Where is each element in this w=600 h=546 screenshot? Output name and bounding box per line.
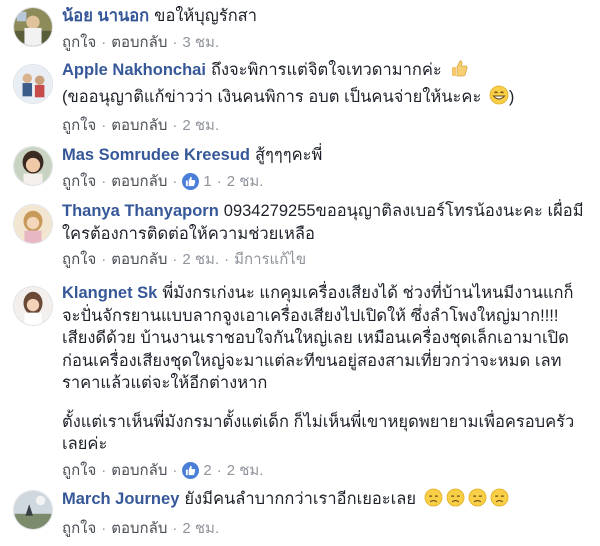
- separator: ·: [172, 519, 178, 537]
- separator: ·: [101, 33, 107, 51]
- comment-message-line2: (ขออนุญาติแก้ข่าวว่า เงินคนพิการ อบต เป็…: [62, 87, 482, 106]
- avatar[interactable]: [13, 64, 53, 104]
- comment-author[interactable]: March Journey: [62, 490, 179, 508]
- reply-link[interactable]: ตอบกลับ: [111, 249, 167, 271]
- avatar[interactable]: [13, 286, 53, 326]
- separator: ·: [224, 251, 230, 268]
- comment-text-block: March Journey ยังมีคนลำบากกว่าเราอีกเยอะเ…: [62, 488, 588, 514]
- separator: ·: [101, 172, 107, 190]
- thumbs-up-emoji: [449, 58, 469, 85]
- comment-author[interactable]: Mas Somrudee Kreesud: [62, 146, 250, 164]
- like-count[interactable]: 1: [203, 171, 211, 193]
- separator: ·: [172, 251, 178, 268]
- sad-emoji: [424, 488, 443, 514]
- like-link[interactable]: ถูกใจ: [62, 171, 96, 193]
- reply-link[interactable]: ตอบกลับ: [111, 171, 167, 193]
- separator: ·: [101, 251, 107, 268]
- comment-message-close: ): [508, 87, 515, 106]
- comment-text-block: Klangnet Sk พี่มังกรเก่งนะ แกคุมเครื่องเส…: [62, 282, 588, 395]
- comment-feed: น้อย นานอก ขอให้บุญรักสา ถูกใจ · ตอบกลับ …: [0, 0, 600, 546]
- avatar[interactable]: [13, 204, 53, 244]
- comment-message: ถึงจะพิการแต่จิตใจเทวดามากค่ะ: [210, 61, 442, 79]
- comment-message: ขอให้บุญรักสา: [154, 7, 258, 25]
- separator: ·: [216, 172, 222, 190]
- like-count-icon[interactable]: [182, 173, 200, 190]
- like-link[interactable]: ถูกใจ: [62, 518, 96, 540]
- like-count[interactable]: 2: [203, 460, 211, 482]
- separator: ·: [172, 172, 178, 190]
- comment-author[interactable]: น้อย นานอก: [62, 7, 149, 25]
- comment-author[interactable]: Apple Nakhonchai: [62, 61, 206, 79]
- reply-link[interactable]: ตอบกลับ: [111, 460, 167, 482]
- comment-actions: ถูกใจ · ตอบกลับ · 1 · 2 ชม.: [62, 171, 588, 193]
- reply-link[interactable]: ตอบกลับ: [111, 518, 167, 540]
- reply-link[interactable]: ตอบกลับ: [111, 115, 167, 137]
- grin-emoji: [489, 85, 509, 112]
- separator: ·: [172, 461, 178, 479]
- comment-actions: ถูกใจ · ตอบกลับ · 2 ชม.: [62, 115, 588, 137]
- timestamp[interactable]: 2 ชม.: [227, 171, 264, 193]
- comment-text-block: Thanya Thanyaporn 0934279255ขออนุญาติลงเบ…: [62, 200, 588, 245]
- comment-actions: ถูกใจ · ตอบกลับ · 2 ชม. · มีการแก้ไข: [62, 249, 588, 271]
- avatar[interactable]: [13, 7, 53, 47]
- separator: ·: [172, 33, 178, 51]
- comment-message-paragraph2: ตั้งแต่เราเห็นพี่มังกรมาตั้งแต่เด็ก ก็ไม…: [62, 412, 575, 454]
- comment-author[interactable]: Klangnet Sk: [62, 284, 157, 302]
- like-link[interactable]: ถูกใจ: [62, 32, 96, 54]
- sad-emoji: [446, 488, 465, 514]
- like-link[interactable]: ถูกใจ: [62, 460, 96, 482]
- sad-emoji: [468, 488, 487, 514]
- separator: ·: [172, 117, 178, 134]
- timestamp[interactable]: 2 ชม.: [182, 115, 219, 137]
- comment-text-block-2: ตั้งแต่เราเห็นพี่มังกรมาตั้งแต่เด็ก ก็ไม…: [62, 411, 588, 456]
- timestamp[interactable]: 2 ชม.: [227, 460, 264, 482]
- comment-actions: ถูกใจ · ตอบกลับ · 2 ชม.: [62, 518, 588, 540]
- reply-link[interactable]: ตอบกลับ: [111, 32, 167, 54]
- separator: ·: [101, 461, 107, 479]
- like-count-icon[interactable]: [182, 462, 200, 479]
- separator: ·: [216, 461, 222, 479]
- avatar[interactable]: [13, 146, 53, 186]
- edited-label[interactable]: มีการแก้ไข: [234, 249, 306, 271]
- comment-text-block: Mas Somrudee Kreesud สู้ๆๆๆคะพี่: [62, 144, 588, 167]
- comment-actions: ถูกใจ · ตอบกลับ · 2 · 2 ชม.: [62, 460, 588, 482]
- comment-message: ยังมีคนลำบากกว่าเราอีกเยอะเลย: [184, 490, 417, 508]
- comment-author[interactable]: Thanya Thanyaporn: [62, 202, 219, 220]
- timestamp[interactable]: 3 ชม.: [182, 32, 219, 54]
- separator: ·: [101, 117, 107, 134]
- timestamp[interactable]: 2 ชม.: [182, 249, 219, 271]
- separator: ·: [101, 519, 107, 537]
- avatar[interactable]: [13, 490, 53, 530]
- comment-text-block: น้อย นานอก ขอให้บุญรักสา: [62, 5, 588, 28]
- comment-message: สู้ๆๆๆคะพี่: [254, 146, 323, 164]
- like-link[interactable]: ถูกใจ: [62, 249, 96, 271]
- comment-text-block: Apple Nakhonchai ถึงจะพิการแต่จิตใจเทวดาม…: [62, 58, 588, 111]
- like-link[interactable]: ถูกใจ: [62, 115, 96, 137]
- comment-actions: ถูกใจ · ตอบกลับ · 3 ชม.: [62, 32, 588, 54]
- timestamp[interactable]: 2 ชม.: [182, 518, 219, 540]
- sad-emoji: [490, 488, 509, 514]
